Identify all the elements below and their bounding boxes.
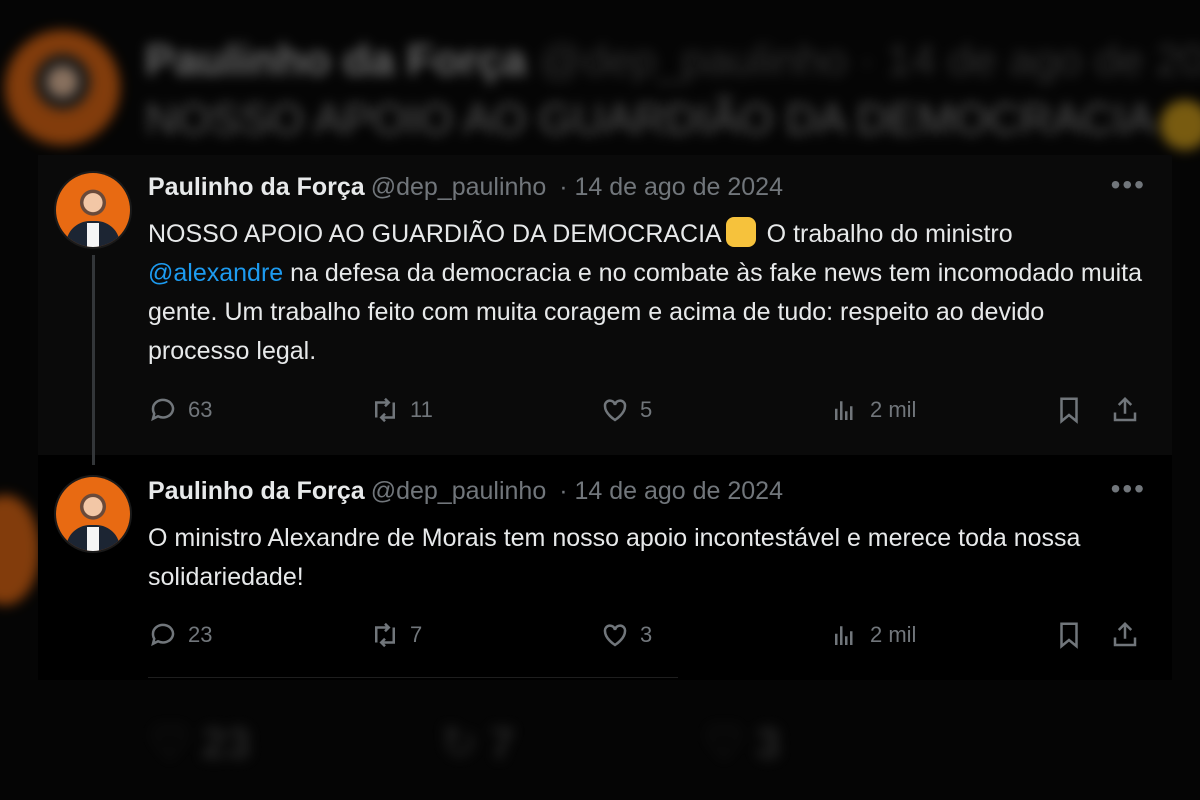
reply-button[interactable]: 23 <box>148 620 212 650</box>
bookmark-button[interactable] <box>1054 395 1084 425</box>
divider <box>148 677 678 678</box>
tweet-header: Paulinho da Força @dep_paulinho · 14 de a… <box>148 477 783 506</box>
bookmark-icon <box>1060 397 1078 424</box>
tweet-text: O ministro Alexandre de Morais tem nosso… <box>148 524 1081 591</box>
share-button[interactable] <box>1110 620 1140 650</box>
repost-button[interactable]: 11 <box>370 395 433 425</box>
background-actions: ♡ 23 ↻ 7 ♡ 3 <box>150 719 781 768</box>
tweet-thread-card: Paulinho da Força @dep_paulinho · 14 de a… <box>38 155 1172 680</box>
repost-icon <box>375 397 395 423</box>
views-icon <box>835 626 853 645</box>
reply-button[interactable]: 63 <box>148 395 212 425</box>
repost-icon <box>375 622 395 648</box>
share-button[interactable] <box>1110 395 1140 425</box>
background-avatar <box>5 30 120 145</box>
avatar[interactable] <box>56 477 130 551</box>
tweet-actions: 63 11 5 2 mil <box>148 395 1148 429</box>
more-icon[interactable]: ••• <box>1111 473 1146 505</box>
author-name[interactable]: Paulinho da Força <box>148 477 365 505</box>
author-handle[interactable]: @dep_paulinho <box>371 477 547 505</box>
background-avatar-partial <box>0 495 40 605</box>
share-icon <box>1113 396 1137 422</box>
tweet-date[interactable]: · 14 de ago de 2024 <box>559 173 783 201</box>
views-button[interactable]: 2 mil <box>830 620 916 650</box>
views-button[interactable]: 2 mil <box>830 395 916 425</box>
bookmark-icon <box>1060 622 1078 649</box>
background-text: NOSSO APOIO AO GUARDIÃO DA DEMOCRACIA <box>145 95 1155 144</box>
reply-icon <box>151 623 175 647</box>
avatar[interactable] <box>56 173 130 247</box>
repost-button[interactable]: 7 <box>370 620 422 650</box>
more-icon[interactable]: ••• <box>1111 169 1146 201</box>
mention-link[interactable]: @alexandre <box>148 259 283 287</box>
tweet-text: NOSSO APOIO AO GUARDIÃO DA DEMOCRACIA O … <box>148 215 1148 371</box>
author-handle[interactable]: @dep_paulinho <box>371 173 547 201</box>
bookmark-button[interactable] <box>1054 620 1084 650</box>
views-icon <box>835 401 853 420</box>
tweet-actions: 23 7 3 2 mil <box>148 620 1148 654</box>
author-name[interactable]: Paulinho da Força <box>148 173 365 201</box>
heart-icon <box>603 624 627 647</box>
background-emoji <box>1160 100 1200 150</box>
reply-icon <box>151 398 175 422</box>
like-button[interactable]: 3 <box>600 620 652 650</box>
thread-connector-line <box>92 255 95 465</box>
tweet-header: Paulinho da Força @dep_paulinho · 14 de a… <box>148 173 783 202</box>
share-icon <box>1113 621 1137 647</box>
raised-fist-emoji <box>725 217 756 247</box>
like-button[interactable]: 5 <box>600 395 652 425</box>
heart-icon <box>603 399 627 422</box>
background-header: Paulinho da Força @dep_paulinho · 14 de … <box>145 36 1200 85</box>
tweet-date[interactable]: · 14 de ago de 2024 <box>559 477 783 505</box>
